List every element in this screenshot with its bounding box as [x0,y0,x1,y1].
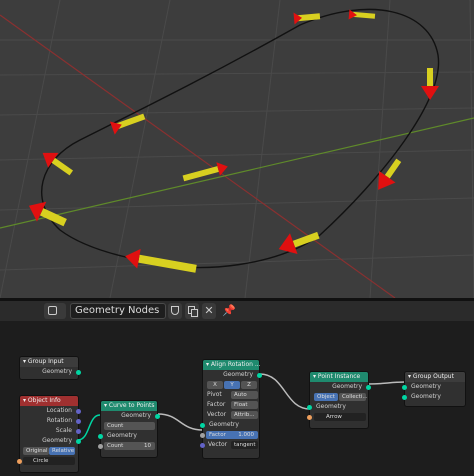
input-socket[interactable] [98,443,103,449]
vector-type-row: Vector Attrib... [203,410,259,420]
curve-to-points-node[interactable]: ▾ Curve to Points Geometry Count Geometr… [98,400,160,458]
fake-user-shield-icon[interactable] [168,303,182,319]
pin-icon[interactable]: 📌 [222,303,236,319]
pivot-row: Pivot Auto [203,390,259,400]
duplicate-icon[interactable] [185,303,199,319]
vector-type-dropdown[interactable]: Attrib... [231,411,258,419]
input-socket[interactable] [200,432,205,438]
axis-x-button[interactable]: X [207,381,223,389]
object-info-node[interactable]: ▾ Object Info Location Rotation Scale Ge… [17,395,81,473]
close-icon[interactable]: ✕ [202,303,216,319]
socket-row: Rotation [20,416,81,426]
socket-row: Geometry [402,382,465,392]
input-socket[interactable] [307,404,312,410]
group-output-node[interactable]: ▾ Group Output Geometry Geometry [402,371,466,407]
input-socket[interactable] [200,442,205,448]
node-header: ▾ Point Instance [310,372,368,382]
axis-row: X Y Z [203,380,259,390]
toggle-row: Original Relative [20,446,78,456]
node-header: ▾ Object Info [20,396,78,406]
axis-y-button[interactable]: Y [224,381,240,389]
point-instance-node[interactable]: ▾ Point Instance Geometry Object Collect… [307,371,371,429]
output-socket[interactable] [76,418,81,424]
socket-row: Geometry [307,402,368,412]
socket-row: Geometry [101,411,160,421]
instance-object-field[interactable]: Arrow [314,413,366,421]
viewport-scene [0,0,474,298]
factor-field[interactable]: Factor 1.000 [206,431,258,439]
vector-attribute-field[interactable]: tangent [231,441,258,449]
input-socket[interactable] [402,384,407,390]
socket-row: Geometry [98,431,157,441]
align-rotation-node[interactable]: ▾ Align Rotation ... Geometry X Y Z Pivo… [200,359,262,459]
node-header: ▾ Group Input [20,357,78,367]
arrow-instances [28,9,439,273]
collection-tab[interactable]: Collecti... [339,393,368,401]
output-socket[interactable] [257,372,262,378]
socket-row: Geometry [310,382,371,392]
object-row: Arrow [307,412,368,422]
x-axis-line [0,14,396,298]
3d-viewport[interactable] [0,0,474,298]
node-tree-name-field[interactable]: Geometry Nodes [70,303,166,319]
count-field[interactable]: Count 10 [104,442,155,450]
axis-z-button[interactable]: Z [241,381,257,389]
count-row: Count 10 [98,441,157,451]
group-input-node[interactable]: ▾ Group Input Geometry [19,356,81,380]
relative-toggle[interactable]: Relative [49,447,75,455]
socket-row: Geometry [20,367,81,377]
pivot-dropdown[interactable]: Auto [231,391,258,399]
node-header: ▾ Curve to Points [101,401,157,411]
input-socket[interactable] [402,394,407,400]
tabs-row: Object Collecti... [310,392,368,402]
socket-row: Geometry [20,436,81,446]
socket-row: Geometry [402,392,465,402]
input-socket[interactable] [307,414,312,420]
output-socket[interactable] [76,408,81,414]
socket-row: Scale [20,426,81,436]
factor-type-row: Factor Float [203,400,259,410]
input-socket[interactable] [98,433,103,439]
node-editor-header: Geometry Nodes ✕ 📌 [0,301,474,321]
input-socket[interactable] [200,422,205,428]
factor-type-dropdown[interactable]: Float [231,401,258,409]
node-tree-icon [48,306,57,315]
input-socket[interactable] [17,458,22,464]
socket-row: Geometry [203,370,262,380]
original-toggle[interactable]: Original [23,447,49,455]
object-field[interactable]: Circle [23,457,75,465]
node-header: ▾ Group Output [405,372,465,382]
node-header: ▾ Align Rotation ... [203,360,261,370]
node-editor-canvas[interactable]: ▾ Group Input Geometry ▾ Object Info Loc… [0,321,474,476]
output-socket[interactable] [366,384,371,390]
factor-row: Factor 1.000 [200,430,259,440]
socket-row: Location [20,406,81,416]
editor-type-button[interactable] [44,303,66,319]
floor-grid [0,0,474,298]
mode-dropdown[interactable]: Count [104,422,155,430]
output-socket[interactable] [76,438,81,444]
mode-row: Count [101,421,157,431]
object-row: Circle [17,456,78,466]
output-socket[interactable] [76,428,81,434]
vector-row: Vector tangent [200,440,259,450]
circle-curve [41,8,440,269]
output-socket[interactable] [76,369,81,375]
socket-row: Geometry [200,420,259,430]
output-socket[interactable] [155,413,160,419]
object-tab[interactable]: Object [314,393,338,401]
